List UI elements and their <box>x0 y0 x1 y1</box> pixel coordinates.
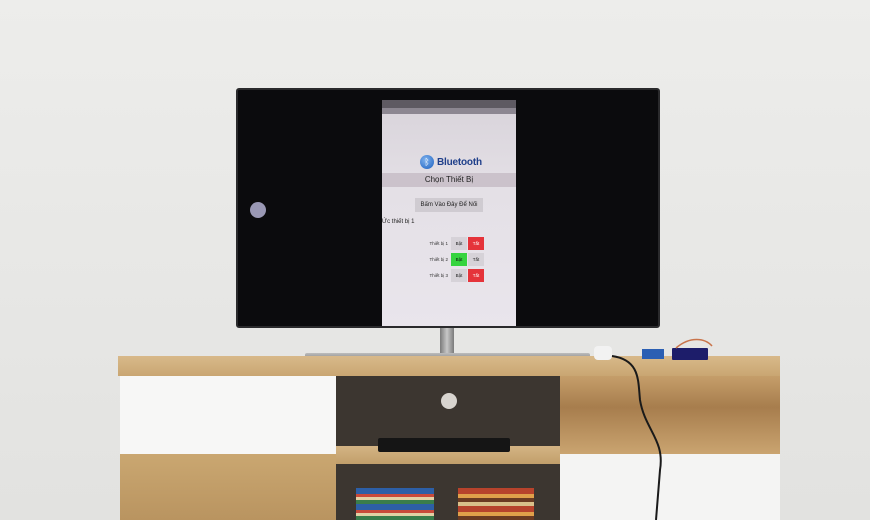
device-1-off-button[interactable]: Tắt <box>468 237 484 250</box>
device-row-2: Thiết bị 2 Bật Tắt <box>420 253 485 266</box>
device-name: Thiết bị 3 <box>429 273 448 278</box>
tv-stand-neck <box>440 328 454 353</box>
cabinet-left-lower-drawer <box>120 454 336 520</box>
power-plug <box>594 346 612 360</box>
television: ᛒ Bluetooth Chọn Thiết Bị Bấm Vào Đây Để… <box>236 88 660 328</box>
device-name: Thiết bị 1 <box>429 241 448 246</box>
cabinet-left-drawer <box>120 376 336 454</box>
device-row-3: Thiết bị 3 Bật Tắt <box>420 269 485 282</box>
cable-hole <box>441 393 457 409</box>
choose-device-button[interactable]: Chọn Thiết Bị <box>382 173 516 187</box>
books-left <box>356 488 434 520</box>
bluetooth-module <box>642 349 664 359</box>
bluetooth-icon: ᛒ <box>420 155 434 169</box>
books-right <box>458 488 534 520</box>
assistive-touch-icon[interactable] <box>250 202 266 218</box>
device-label: Ức thiết bị 1 <box>382 219 415 225</box>
device-row-1: Thiết bị 1 Bật Tắt <box>420 237 485 250</box>
cabinet-right-lower-drawer <box>560 454 780 520</box>
phone-app-bar <box>382 108 516 114</box>
device-1-on-button[interactable]: Bật <box>451 237 467 250</box>
connect-button[interactable]: Bấm Vào Đây Để Nối <box>415 198 483 212</box>
device-control-list: Thiết bị 1 Bật Tắt Thiết bị 2 Bật Tắt Th… <box>420 237 485 285</box>
device-name: Thiết bị 2 <box>429 257 448 262</box>
bluetooth-label: Bluetooth <box>437 156 482 168</box>
device-2-off-button[interactable]: Tắt <box>468 253 484 266</box>
bluetooth-logo: ᛒ Bluetooth <box>420 155 482 169</box>
device-2-on-button[interactable]: Bật <box>451 253 467 266</box>
cabinet-right-drawer <box>560 376 780 454</box>
device-3-off-button[interactable]: Tắt <box>468 269 484 282</box>
relay-board <box>672 348 708 360</box>
phone-status-bar <box>382 100 516 108</box>
mirrored-phone-screen: ᛒ Bluetooth Chọn Thiết Bị Bấm Vào Đây Để… <box>382 100 516 326</box>
device-3-on-button[interactable]: Bật <box>451 269 467 282</box>
soundbar <box>378 438 510 452</box>
